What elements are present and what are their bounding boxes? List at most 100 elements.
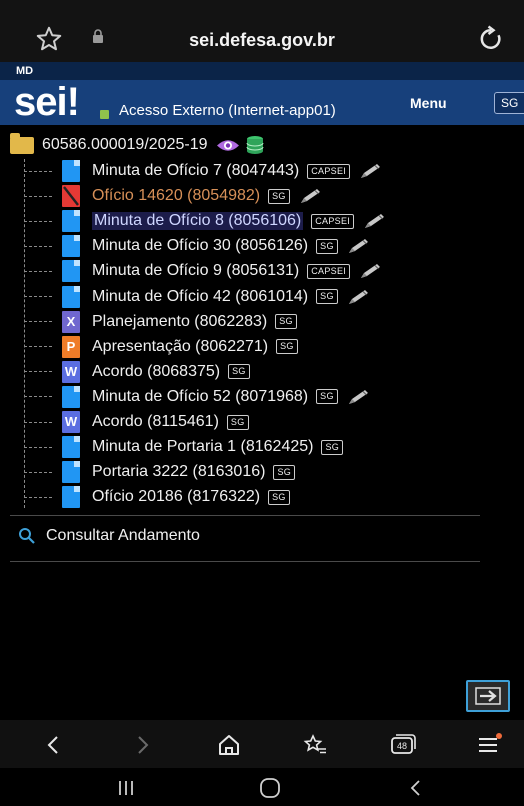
- database-icon[interactable]: [246, 135, 264, 155]
- tree-branch-line: [24, 471, 52, 473]
- sei-logo-bang: !: [66, 80, 80, 124]
- tree-document-row[interactable]: Minuta de Ofício 52 (8071968) SG: [24, 385, 372, 409]
- signature-pen-icon[interactable]: [358, 161, 384, 181]
- process-root[interactable]: 60586.000019/2025-19: [10, 132, 264, 156]
- document-link[interactable]: Minuta de Ofício 42 (8061014): [92, 288, 308, 306]
- unit-badge: CAPSEI: [311, 213, 355, 229]
- word-icon[interactable]: W: [62, 411, 80, 433]
- org-label: MD: [16, 65, 34, 77]
- doc-blue-icon[interactable]: [62, 285, 80, 308]
- tree-document-row[interactable]: Ofício 20186 (8176322) SG: [24, 485, 290, 509]
- tabs-icon[interactable]: 48: [388, 730, 418, 760]
- reload-icon[interactable]: [476, 24, 506, 54]
- menu-icon[interactable]: [474, 730, 504, 760]
- unit-badge: SG: [276, 339, 298, 355]
- file-type-glyph: W: [64, 363, 78, 379]
- powerpoint-icon[interactable]: P: [62, 335, 80, 358]
- doc-blue-icon[interactable]: [62, 436, 80, 459]
- tree-document-row[interactable]: Minuta de Ofício 8 (8056106) CAPSEI: [24, 209, 388, 233]
- tree-document-row[interactable]: Minuta de Ofício 42 (8061014) SG: [24, 285, 372, 309]
- tree-document-row[interactable]: W Acordo (8115461) SG: [24, 410, 249, 434]
- forward-arrow-button[interactable]: [466, 680, 510, 712]
- tree-branch-line: [24, 496, 52, 498]
- bookmarks-icon[interactable]: [300, 730, 330, 760]
- browser-url-bar: sei.defesa.gov.br: [0, 0, 524, 62]
- signature-pen-icon[interactable]: [362, 211, 388, 231]
- unit-badge: SG: [268, 489, 290, 505]
- eye-icon[interactable]: [216, 138, 240, 153]
- document-link[interactable]: Minuta de Ofício 7 (8047443): [92, 162, 299, 180]
- doc-blue-icon[interactable]: [62, 210, 80, 233]
- doc-blue-icon[interactable]: [62, 486, 80, 509]
- url-domain[interactable]: sei.defesa.gov.br: [0, 30, 524, 51]
- tree-document-row[interactable]: Minuta de Ofício 9 (8056131) CAPSEI: [24, 259, 384, 283]
- tree-branch-line: [24, 270, 52, 272]
- system-back-icon[interactable]: [402, 776, 430, 800]
- tree-branch-line: [24, 321, 52, 323]
- document-link[interactable]: Ofício 20186 (8176322): [92, 488, 260, 506]
- unit-badge: SG: [316, 389, 338, 405]
- tree-document-row[interactable]: Ofício 14620 (8054982) SG: [24, 184, 324, 208]
- document-link[interactable]: Minuta de Ofício 8 (8056106): [92, 212, 304, 231]
- tree-document-row[interactable]: W Acordo (8068375) SG: [24, 360, 250, 384]
- tree-branch-line: [24, 195, 52, 197]
- unit-badge: SG: [316, 238, 338, 254]
- divider: [10, 515, 480, 516]
- signature-pen-icon[interactable]: [346, 387, 372, 407]
- back-icon[interactable]: [38, 730, 68, 760]
- signature-pen-icon[interactable]: [298, 186, 324, 206]
- home-button-icon[interactable]: [256, 776, 284, 800]
- document-link[interactable]: Minuta de Ofício 30 (8056126): [92, 237, 308, 255]
- home-icon[interactable]: [214, 730, 244, 760]
- sei-header: sei! Acesso Externo (Internet-app01) Men…: [0, 80, 524, 125]
- signature-pen-icon[interactable]: [346, 236, 372, 256]
- document-link[interactable]: Ofício 14620 (8054982): [92, 187, 260, 205]
- doc-blue-icon[interactable]: [62, 461, 80, 484]
- file-type-glyph: X: [66, 313, 76, 329]
- recent-apps-icon[interactable]: [112, 776, 140, 800]
- tree-document-row[interactable]: Minuta de Ofício 7 (8047443) CAPSEI: [24, 159, 384, 183]
- tree-document-row[interactable]: P Apresentação (8062271) SG: [24, 335, 298, 359]
- document-link[interactable]: Portaria 3222 (8163016): [92, 463, 265, 481]
- tree-document-row[interactable]: Minuta de Ofício 30 (8056126) SG: [24, 234, 372, 258]
- word-icon[interactable]: W: [62, 360, 80, 383]
- unit-badge: SG: [268, 188, 290, 204]
- document-link[interactable]: Acordo (8115461): [92, 413, 219, 431]
- process-number[interactable]: 60586.000019/2025-19: [42, 136, 208, 154]
- sei-logo[interactable]: sei!: [14, 80, 109, 124]
- excel-icon[interactable]: X: [62, 310, 80, 333]
- tree-branch-line: [24, 346, 52, 348]
- document-link[interactable]: Minuta de Portaria 1 (8162425): [92, 438, 313, 456]
- signature-pen-icon[interactable]: [358, 261, 384, 281]
- document-link[interactable]: Acordo (8068375): [92, 363, 220, 381]
- document-link[interactable]: Apresentação (8062271): [92, 338, 268, 356]
- unit-selector[interactable]: SG: [494, 92, 524, 114]
- doc-cancelled-icon[interactable]: [62, 185, 80, 208]
- tree-branch-line: [24, 396, 52, 398]
- tree-document-row[interactable]: Minuta de Portaria 1 (8162425) SG: [24, 435, 344, 459]
- tree-document-row[interactable]: Portaria 3222 (8163016) SG: [24, 460, 296, 484]
- sei-logo-accent: [100, 110, 109, 119]
- doc-blue-icon[interactable]: [62, 385, 80, 408]
- tab-count: 48: [397, 741, 407, 751]
- unit-badge: SG: [273, 464, 296, 480]
- menu-button[interactable]: Menu: [410, 95, 447, 111]
- consult-progress-link[interactable]: Consultar Andamento: [18, 527, 200, 545]
- document-link[interactable]: Minuta de Ofício 52 (8071968): [92, 388, 308, 406]
- signature-pen-icon[interactable]: [346, 287, 372, 307]
- doc-blue-icon[interactable]: [62, 235, 80, 258]
- unit-badge: SG: [275, 314, 297, 330]
- document-link[interactable]: Minuta de Ofício 9 (8056131): [92, 262, 299, 280]
- consult-progress-label[interactable]: Consultar Andamento: [46, 527, 200, 545]
- doc-blue-icon[interactable]: [62, 160, 80, 182]
- tree-document-row[interactable]: X Planejamento (8062283) SG: [24, 310, 297, 334]
- forward-icon[interactable]: [128, 730, 158, 760]
- cancelled-mark-icon: [63, 186, 79, 206]
- unit-badge: CAPSEI: [307, 263, 351, 279]
- divider: [10, 561, 480, 562]
- doc-blue-icon[interactable]: [62, 260, 80, 283]
- unit-badge: SG: [321, 439, 344, 455]
- folder-icon: [10, 132, 34, 154]
- tree-branch-line: [24, 170, 52, 172]
- document-link[interactable]: Planejamento (8062283): [92, 313, 267, 331]
